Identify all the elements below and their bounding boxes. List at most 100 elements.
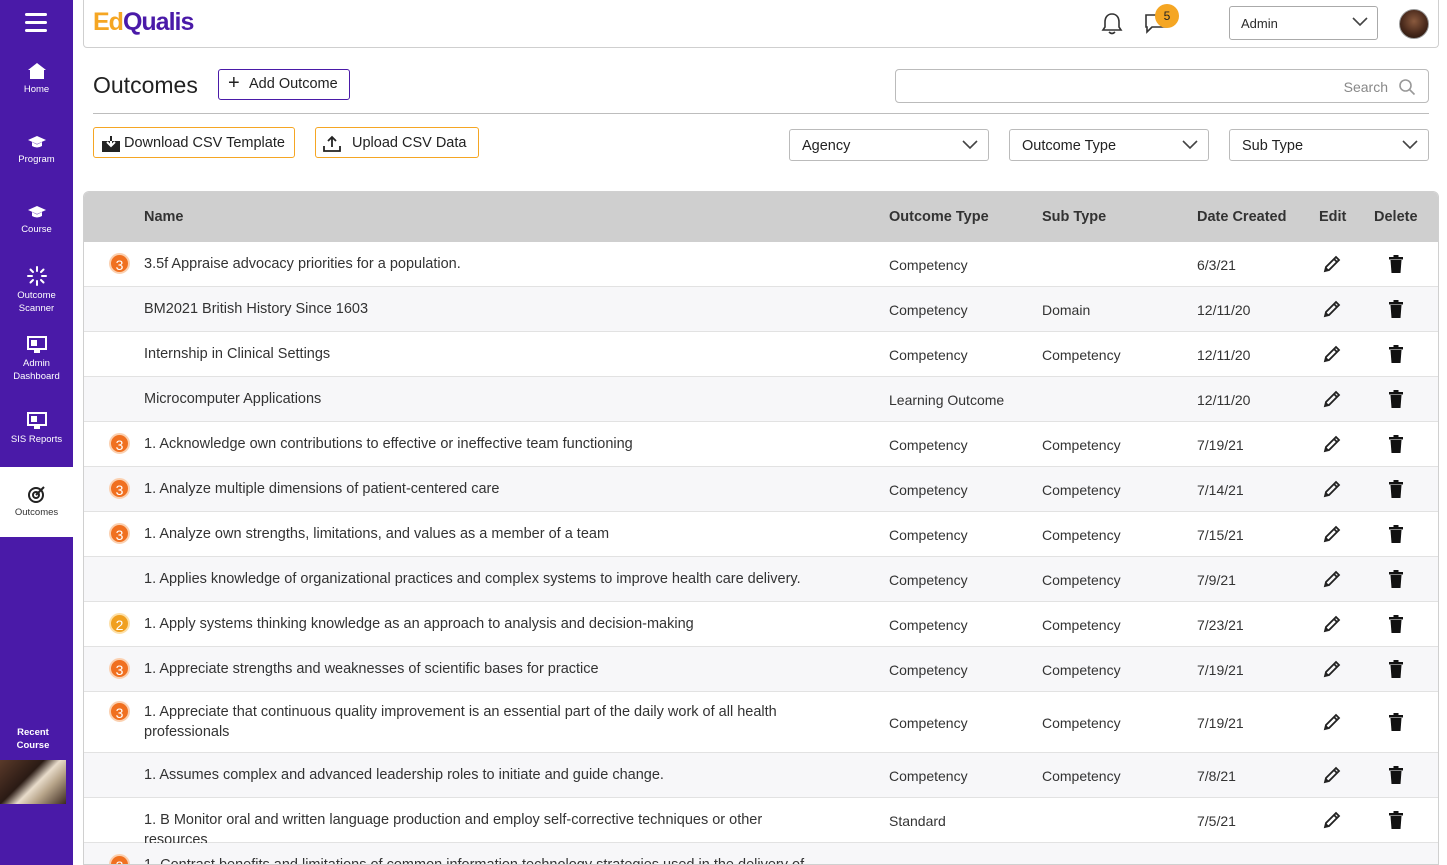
outcome-name[interactable]: 1. Acknowledge own contributions to effe…: [144, 434, 824, 454]
outcome-type: Competency: [889, 662, 968, 678]
column-header-date-created[interactable]: Date Created: [1197, 209, 1286, 225]
priority-badge: 3: [109, 854, 130, 864]
table-row[interactable]: 3 1. Appreciate strengths and weaknesses …: [84, 647, 1438, 692]
table-row[interactable]: 3 1. Analyze own strengths, limitations, …: [84, 512, 1438, 557]
download-csv-template-button[interactable]: Download CSV Template: [93, 127, 295, 158]
outcome-name[interactable]: 1. Analyze own strengths, limitations, a…: [144, 524, 824, 544]
trash-icon[interactable]: [1388, 810, 1404, 830]
outcome-name[interactable]: 1. Apply systems thinking knowledge as a…: [144, 614, 824, 634]
table-row[interactable]: BM2021 British History Since 1603 Compete…: [84, 287, 1438, 332]
outcome-name[interactable]: BM2021 British History Since 1603: [144, 299, 824, 319]
table-row[interactable]: 3 1. Analyze multiple dimensions of patie…: [84, 467, 1438, 512]
outcome-name[interactable]: 1. Applies knowledge of organizational p…: [144, 569, 824, 589]
outcome-name[interactable]: 1. Contrast benefits and limitations of …: [144, 855, 824, 864]
outcome-name[interactable]: 1. Appreciate that continuous quality im…: [144, 702, 824, 742]
table-header: Name Outcome Type Sub Type Date Created …: [84, 192, 1438, 242]
outcome-name[interactable]: 1. Appreciate strengths and weaknesses o…: [144, 659, 824, 679]
priority-badge: 3: [109, 478, 130, 499]
sidebar-item-label: Outcome Scanner: [17, 290, 56, 314]
pencil-icon[interactable]: [1322, 479, 1342, 499]
sub-type: Competency: [1042, 347, 1121, 363]
trash-icon[interactable]: [1388, 254, 1404, 274]
sidebar-item-home[interactable]: Home: [0, 62, 73, 96]
topbar: EdQualis 5 Admin: [83, 0, 1439, 48]
outcome-type: Competency: [889, 437, 968, 453]
table-row[interactable]: 3 3.5f Appraise advocacy priorities for a…: [84, 242, 1438, 287]
pencil-icon[interactable]: [1322, 254, 1342, 274]
monitor-icon: [26, 412, 47, 429]
bell-icon[interactable]: [1101, 12, 1123, 36]
column-header-edit: Edit: [1319, 209, 1347, 225]
logo[interactable]: EdQualis: [93, 8, 194, 37]
sidebar-item-label: Home: [23, 84, 50, 95]
outcome-name[interactable]: 3.5f Appraise advocacy priorities for a …: [144, 254, 824, 274]
pencil-icon[interactable]: [1322, 810, 1342, 830]
date-created: 6/3/21: [1197, 257, 1236, 273]
outcome-name[interactable]: 1. Assumes complex and advanced leadersh…: [144, 765, 824, 785]
trash-icon[interactable]: [1388, 524, 1404, 544]
pencil-icon[interactable]: [1322, 712, 1342, 732]
pencil-icon[interactable]: [1322, 389, 1342, 409]
recent-course-thumbnail[interactable]: [0, 760, 66, 804]
trash-icon[interactable]: [1388, 614, 1404, 634]
sidebar-item-outcome-scanner[interactable]: Outcome Scanner: [0, 266, 73, 315]
sub-type: Competency: [1042, 617, 1121, 633]
sidebar-item-course[interactable]: Course: [0, 204, 73, 236]
pencil-icon[interactable]: [1322, 765, 1342, 785]
role-select[interactable]: Admin: [1229, 6, 1378, 40]
sidebar-item-sis-reports[interactable]: SIS Reports: [0, 412, 73, 446]
trash-icon[interactable]: [1388, 299, 1404, 319]
role-select-value: Admin: [1241, 16, 1278, 31]
search-placeholder: Search: [1343, 79, 1388, 95]
add-outcome-button[interactable]: + Add Outcome: [218, 69, 350, 100]
table-row[interactable]: 2 1. Apply systems thinking knowledge as …: [84, 602, 1438, 647]
sidebar-item-program[interactable]: Program: [0, 134, 73, 166]
pencil-icon[interactable]: [1322, 659, 1342, 679]
outcome-type: Competency: [889, 617, 968, 633]
agency-filter[interactable]: Agency: [789, 129, 989, 161]
pencil-icon[interactable]: [1322, 344, 1342, 364]
sub-type-filter[interactable]: Sub Type: [1229, 129, 1429, 161]
column-header-outcome-type[interactable]: Outcome Type: [889, 209, 989, 225]
trash-icon[interactable]: [1388, 479, 1404, 499]
trash-icon[interactable]: [1388, 659, 1404, 679]
pencil-icon[interactable]: [1322, 569, 1342, 589]
table-row[interactable]: 3 1. Contrast benefits and limitations of…: [84, 843, 1438, 864]
chevron-down-icon: [1352, 17, 1368, 27]
trash-icon[interactable]: [1388, 569, 1404, 589]
column-header-name[interactable]: Name: [144, 209, 184, 225]
menu-icon[interactable]: [25, 13, 47, 33]
table-row[interactable]: 1. B Monitor oral and written language p…: [84, 798, 1438, 848]
date-created: 7/19/21: [1197, 437, 1244, 453]
table-row[interactable]: 3 1. Acknowledge own contributions to eff…: [84, 422, 1438, 467]
avatar[interactable]: [1399, 9, 1429, 39]
upload-csv-data-button[interactable]: Upload CSV Data: [315, 127, 479, 158]
pencil-icon[interactable]: [1322, 614, 1342, 634]
outcome-name[interactable]: Microcomputer Applications: [144, 389, 824, 409]
trash-icon[interactable]: [1388, 344, 1404, 364]
trash-icon[interactable]: [1388, 712, 1404, 732]
chevron-down-icon: [1402, 140, 1418, 150]
sub-type: Competency: [1042, 768, 1121, 784]
download-icon: [102, 136, 120, 152]
pencil-icon[interactable]: [1322, 434, 1342, 454]
pencil-icon[interactable]: [1322, 299, 1342, 319]
table-row[interactable]: 3 1. Appreciate that continuous quality i…: [84, 692, 1438, 753]
outcome-name[interactable]: Internship in Clinical Settings: [144, 344, 824, 364]
search-input[interactable]: Search: [895, 69, 1429, 103]
table-row[interactable]: 1. Applies knowledge of organizational p…: [84, 557, 1438, 602]
pencil-icon[interactable]: [1322, 524, 1342, 544]
trash-icon[interactable]: [1388, 389, 1404, 409]
table-row[interactable]: Internship in Clinical Settings Competenc…: [84, 332, 1438, 377]
outcome-name[interactable]: 1. Analyze multiple dimensions of patien…: [144, 479, 824, 499]
graduation-cap-icon: [27, 136, 46, 148]
sidebar-item-admin-dashboard[interactable]: Admin Dashboard: [0, 336, 73, 383]
table-row[interactable]: Microcomputer Applications Learning Outco…: [84, 377, 1438, 422]
trash-icon[interactable]: [1388, 434, 1404, 454]
sidebar-item-outcomes[interactable]: Outcomes: [0, 467, 73, 537]
graduation-cap-icon: [27, 206, 46, 218]
outcome-type-filter[interactable]: Outcome Type: [1009, 129, 1209, 161]
table-row[interactable]: 1. Assumes complex and advanced leadersh…: [84, 753, 1438, 798]
column-header-sub-type[interactable]: Sub Type: [1042, 209, 1106, 225]
trash-icon[interactable]: [1388, 765, 1404, 785]
